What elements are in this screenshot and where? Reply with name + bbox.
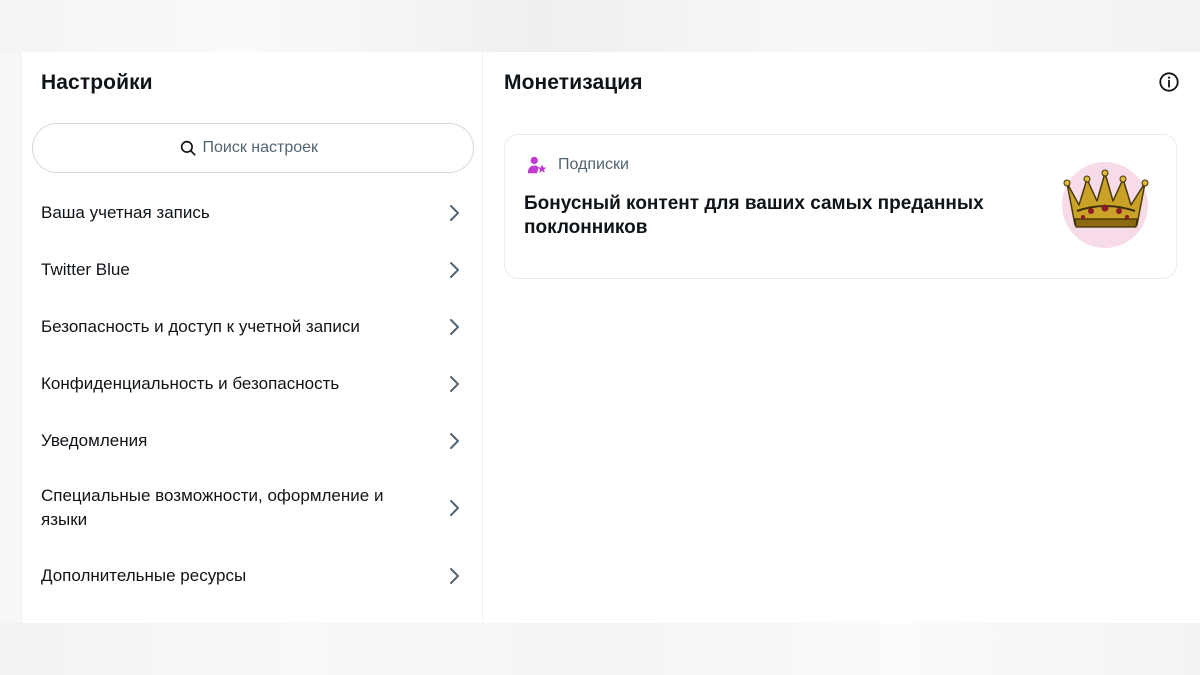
chevron-right-icon — [447, 431, 461, 451]
chevron-right-icon — [447, 566, 461, 586]
bottom-backdrop — [0, 623, 1200, 675]
search-input[interactable] — [202, 139, 328, 157]
card-kicker-label: Подписки — [558, 156, 629, 173]
monetization-title: Монетизация — [504, 71, 643, 94]
monetization-column: Монетизация Подписки Бонусный контент дл… — [483, 52, 1200, 623]
settings-item-twitter-blue[interactable]: Twitter Blue — [22, 241, 483, 298]
chevron-right-icon — [447, 498, 461, 518]
settings-item-label: Специальные возможности, оформление и яз… — [41, 486, 384, 529]
card-headline: Бонусный контент для ваших самых преданн… — [524, 193, 984, 238]
crown-icon — [1061, 161, 1149, 249]
top-backdrop — [0, 0, 1200, 52]
settings-item-privacy-safety[interactable]: Конфиденциальность и безопасность — [22, 355, 483, 412]
chevron-right-icon — [447, 260, 461, 280]
info-icon[interactable] — [1158, 71, 1180, 93]
settings-item-label: Дополнительные ресурсы — [41, 566, 247, 585]
settings-item-label: Уведомления — [41, 430, 148, 450]
chevron-right-icon — [447, 317, 461, 337]
settings-item-account[interactable]: Ваша учетная запись — [22, 185, 483, 241]
settings-title: Настройки — [41, 71, 153, 94]
chevron-right-icon — [447, 203, 461, 223]
subscriber-star-icon — [526, 154, 548, 176]
settings-app: Настройки Ваша учетная запись — [21, 52, 1200, 623]
settings-column: Настройки Ваша учетная запись — [21, 52, 483, 623]
settings-item-label: Конфиденциальность и безопасность — [41, 373, 340, 393]
settings-item-accessibility-display-languages[interactable]: Специальные возможности, оформление и яз… — [22, 469, 483, 547]
settings-item-security-access[interactable]: Безопасность и доступ к учетной записи — [22, 298, 483, 355]
screenshot-frame: Настройки Ваша учетная запись — [0, 0, 1200, 675]
settings-item-label: Twitter Blue — [41, 259, 130, 279]
settings-item-notifications[interactable]: Уведомления — [22, 412, 483, 469]
card-kicker: Подписки — [526, 154, 629, 176]
chevron-right-icon — [447, 374, 461, 394]
search-settings-field[interactable] — [32, 123, 474, 173]
settings-item-label: Ваша учетная запись — [41, 203, 210, 222]
settings-item-additional-resources[interactable]: Дополнительные ресурсы — [22, 547, 483, 605]
subscriptions-card[interactable]: Подписки Бонусный контент для ваших самы… — [504, 134, 1177, 279]
settings-item-label: Безопасность и доступ к учетной записи — [41, 316, 360, 336]
search-icon — [179, 139, 197, 157]
settings-menu: Ваша учетная запись Twitter Blue Безопас… — [22, 185, 483, 605]
